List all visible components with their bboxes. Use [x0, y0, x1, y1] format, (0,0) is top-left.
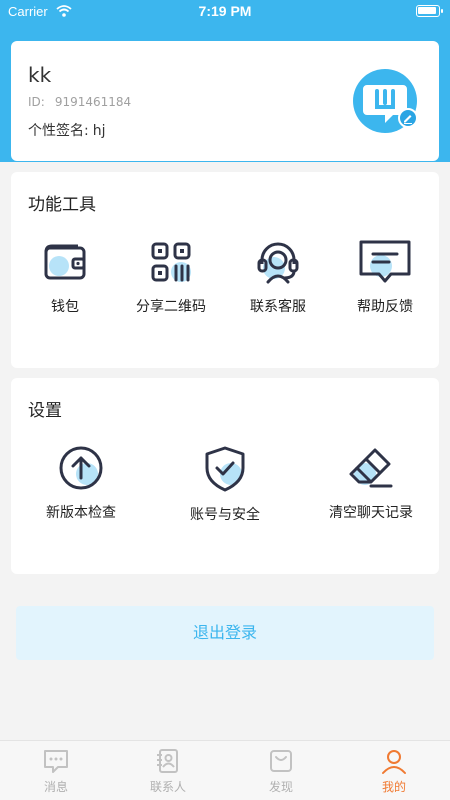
settings-card: 设置 新版本检查 账号与安全 清空聊天记录 [11, 378, 439, 574]
update-check-label: 新版本检查 [46, 505, 116, 521]
signature-label: 个性签名: [28, 123, 89, 139]
tab-contacts[interactable]: 联系人 [112, 747, 224, 795]
tab-discover-label: 发现 [268, 780, 293, 794]
qr-code-icon [125, 238, 217, 286]
eraser-icon [316, 444, 426, 492]
wallet-icon [25, 238, 105, 286]
profile-name: kk [28, 63, 52, 87]
tools-card: 功能工具 钱包 分享二维码 联系客服 帮助反馈 [11, 172, 439, 368]
tab-messages[interactable]: 消息 [0, 747, 112, 795]
customer-service-button[interactable]: 联系客服 [237, 238, 319, 316]
profile-id: ID: 9191461184 [28, 95, 131, 109]
help-feedback-icon [344, 238, 426, 286]
tab-me-label: 我的 [381, 780, 406, 794]
status-time: 7:19 PM [198, 3, 252, 19]
tab-bar: 消息 联系人 发现 我的 [0, 740, 450, 800]
wallet-button[interactable]: 钱包 [25, 238, 105, 316]
tab-messages-label: 消息 [43, 780, 68, 794]
help-feedback-button[interactable]: 帮助反馈 [344, 238, 426, 316]
logout-button[interactable]: 退出登录 [16, 606, 434, 660]
profile-card[interactable]: kk ID: 9191461184 个性签名: hj [11, 41, 439, 161]
share-qr-button[interactable]: 分享二维码 [125, 238, 217, 316]
update-check-icon [35, 444, 127, 492]
tab-contacts-label: 联系人 [149, 780, 186, 794]
tab-me[interactable]: 我的 [338, 747, 450, 795]
tab-discover[interactable]: 发现 [225, 747, 337, 795]
wallet-label: 钱包 [51, 299, 79, 315]
clear-chat-label: 清空聊天记录 [329, 505, 413, 521]
message-icon [0, 747, 112, 775]
shield-icon [179, 444, 271, 494]
tools-title: 功能工具 [28, 195, 96, 215]
profile-icon [338, 747, 450, 775]
customer-service-label: 联系客服 [250, 299, 306, 315]
customer-service-icon [237, 238, 319, 286]
signature-value: hj [92, 123, 106, 139]
edit-profile-icon[interactable] [398, 108, 418, 128]
share-qr-label: 分享二维码 [136, 299, 206, 315]
clear-chat-button[interactable]: 清空聊天记录 [316, 444, 426, 522]
battery-icon [416, 5, 440, 17]
profile-id-value: 9191461184 [54, 95, 132, 109]
settings-title: 设置 [28, 401, 62, 421]
account-security-button[interactable]: 账号与安全 [179, 444, 271, 524]
update-check-button[interactable]: 新版本检查 [35, 444, 127, 522]
contacts-icon [112, 747, 224, 775]
help-feedback-label: 帮助反馈 [357, 299, 413, 315]
profile-id-label: ID: [28, 95, 45, 109]
discover-icon [225, 747, 337, 775]
account-security-label: 账号与安全 [190, 507, 260, 523]
profile-signature: 个性签名: hj [28, 120, 105, 140]
status-bar: Carrier 7:19 PM [0, 0, 450, 24]
